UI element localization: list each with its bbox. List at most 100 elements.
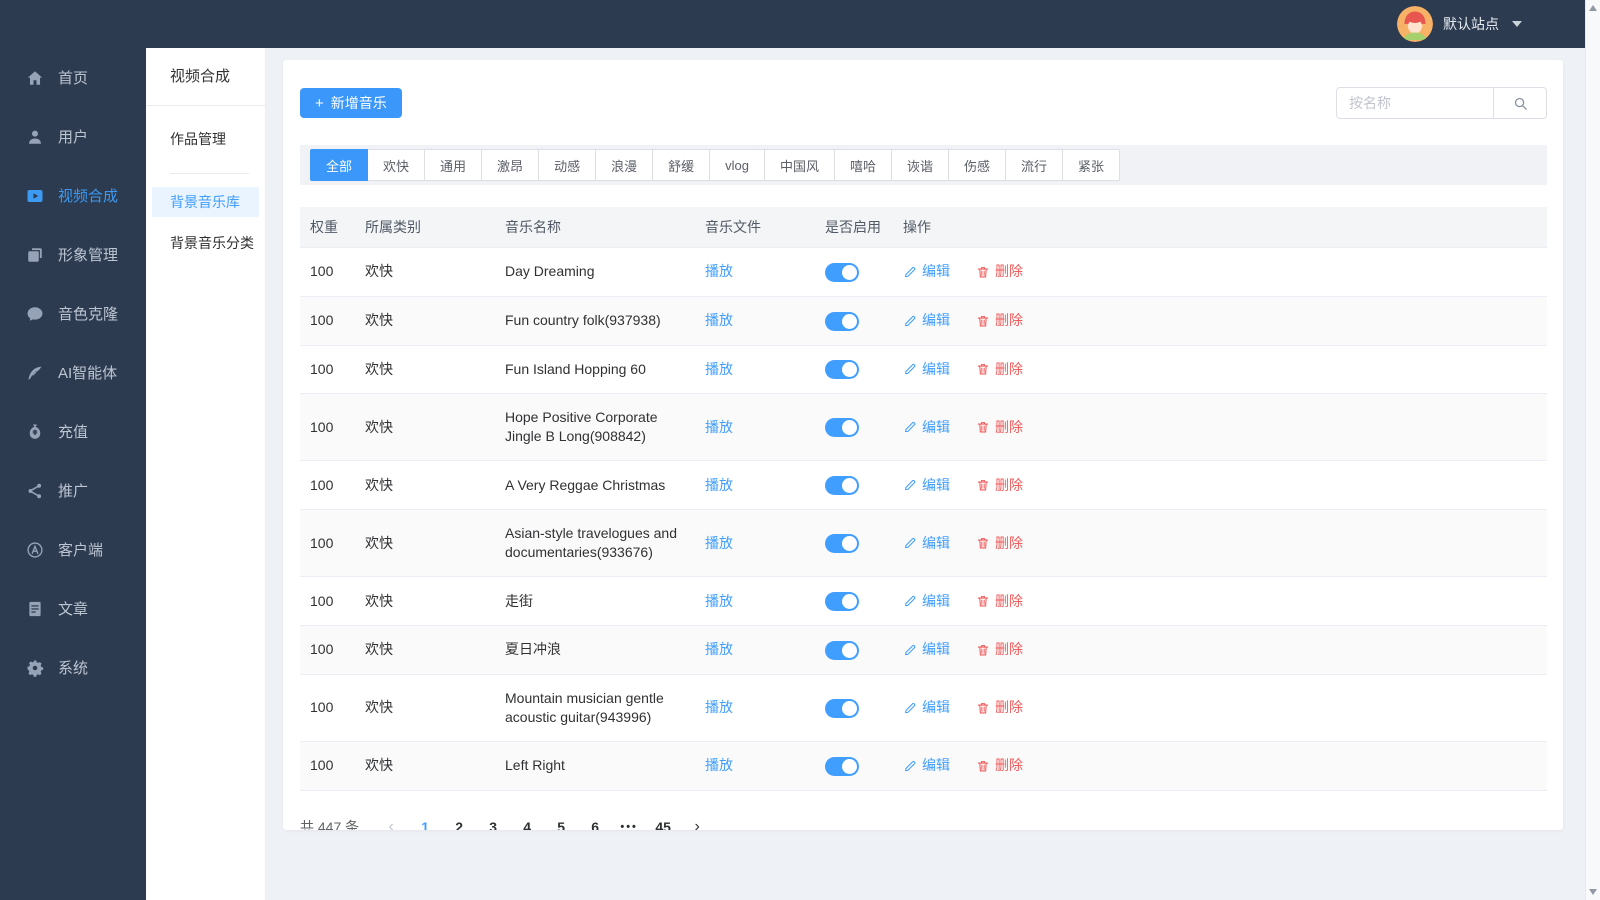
filter-tab-通用[interactable]: 通用 [424, 149, 483, 181]
sidebar-item-promotion[interactable]: 推广 [0, 461, 146, 520]
edit-button[interactable]: 编辑 [903, 360, 950, 379]
filter-tab-诙谐[interactable]: 诙谐 [891, 149, 950, 181]
delete-button[interactable]: 删除 [976, 592, 1023, 611]
play-link[interactable]: 播放 [705, 361, 733, 377]
enable-toggle[interactable] [825, 476, 859, 496]
page-button-6[interactable]: 6 [581, 813, 609, 830]
prev-page-button[interactable]: ‹ [377, 813, 405, 830]
filter-tab-中国风[interactable]: 中国风 [763, 149, 835, 181]
edit-button[interactable]: 编辑 [903, 534, 950, 553]
enable-toggle[interactable] [825, 640, 859, 660]
page-button-45[interactable]: 45 [649, 813, 677, 830]
play-link[interactable]: 播放 [705, 263, 733, 279]
trash-icon [976, 478, 990, 492]
total-count: 共 447 条 [300, 818, 360, 830]
secondary-sidebar: 视频合成 作品管理 背景音乐库 背景音乐分类 [146, 48, 266, 900]
edit-button[interactable]: 编辑 [903, 640, 950, 659]
delete-button[interactable]: 删除 [976, 640, 1023, 659]
edit-button[interactable]: 编辑 [903, 756, 950, 775]
filter-tab-vlog[interactable]: vlog [709, 149, 765, 181]
page-button-4[interactable]: 4 [513, 813, 541, 830]
column-header: 音乐文件 [695, 207, 815, 248]
trash-icon [976, 420, 990, 434]
enable-toggle[interactable] [825, 698, 859, 718]
page-button-1[interactable]: 1 [411, 813, 439, 830]
sidebar-item-video[interactable]: 视频合成 [0, 166, 146, 225]
delete-button[interactable]: 删除 [976, 262, 1023, 281]
submenu-item-1[interactable]: 作品管理 [146, 119, 265, 159]
trash-icon [976, 265, 990, 279]
submenu-item-3[interactable]: 背景音乐分类 [146, 223, 265, 263]
account-menu[interactable]: 默认站点 [1397, 6, 1522, 42]
edit-button[interactable]: 编辑 [903, 311, 950, 330]
enable-toggle[interactable] [825, 756, 859, 776]
play-link[interactable]: 播放 [705, 699, 733, 715]
edit-button[interactable]: 编辑 [903, 592, 950, 611]
sidebar-item-label: 充值 [58, 424, 89, 441]
recharge-icon [25, 422, 45, 442]
play-link[interactable]: 播放 [705, 535, 733, 551]
edit-button[interactable]: 编辑 [903, 476, 950, 495]
delete-button[interactable]: 删除 [976, 476, 1023, 495]
edit-button[interactable]: 编辑 [903, 698, 950, 717]
scroll-up-icon[interactable] [1589, 5, 1597, 11]
scroll-down-icon[interactable] [1589, 889, 1597, 895]
delete-button[interactable]: 删除 [976, 311, 1023, 330]
filter-tab-伤感[interactable]: 伤感 [948, 149, 1007, 181]
play-link[interactable]: 播放 [705, 757, 733, 773]
filter-tab-舒缓[interactable]: 舒缓 [652, 149, 711, 181]
weight-cell: 100 [300, 509, 355, 578]
add-music-button[interactable]: + 新增音乐 [300, 88, 402, 118]
sidebar-item-article[interactable]: 文章 [0, 579, 146, 638]
sidebar-item-voice-clone[interactable]: 音色克隆 [0, 284, 146, 343]
sidebar-item-user[interactable]: 用户 [0, 107, 146, 166]
filter-tab-紧张[interactable]: 紧张 [1062, 149, 1121, 181]
sidebar-item-ai-agent[interactable]: AI智能体 [0, 343, 146, 402]
delete-button[interactable]: 删除 [976, 418, 1023, 437]
sidebar-item-recharge[interactable]: 充值 [0, 402, 146, 461]
edit-button[interactable]: 编辑 [903, 262, 950, 281]
page-button-5[interactable]: 5 [547, 813, 575, 830]
enable-toggle[interactable] [825, 360, 859, 380]
enable-toggle[interactable] [825, 262, 859, 282]
play-link[interactable]: 播放 [705, 641, 733, 657]
filter-tab-欢快[interactable]: 欢快 [367, 149, 426, 181]
enable-toggle[interactable] [825, 591, 859, 611]
column-header: 是否启用 [815, 207, 893, 248]
filter-tab-嘻哈[interactable]: 嘻哈 [833, 149, 892, 181]
play-link[interactable]: 播放 [705, 419, 733, 435]
play-link[interactable]: 播放 [705, 593, 733, 609]
next-page-button[interactable]: › [683, 813, 711, 830]
search-input[interactable] [1336, 87, 1494, 119]
more-pages-button[interactable]: ••• [615, 813, 643, 830]
delete-button[interactable]: 删除 [976, 360, 1023, 379]
filter-tab-流行[interactable]: 流行 [1005, 149, 1064, 181]
edit-pencil-icon [903, 314, 917, 328]
submenu-item-2[interactable]: 背景音乐库 [152, 187, 259, 217]
filter-tab-动感[interactable]: 动感 [538, 149, 597, 181]
sidebar-item-home[interactable]: 首页 [0, 48, 146, 107]
play-link[interactable]: 播放 [705, 312, 733, 328]
window-scrollbar[interactable] [1585, 0, 1600, 900]
filter-tab-全部[interactable]: 全部 [310, 149, 369, 181]
enable-toggle[interactable] [825, 534, 859, 554]
search-button[interactable] [1493, 87, 1547, 119]
music-name-cell: Asian-style travelogues and documentarie… [495, 509, 695, 578]
enable-toggle[interactable] [825, 418, 859, 438]
play-link[interactable]: 播放 [705, 477, 733, 493]
enable-toggle[interactable] [825, 311, 859, 331]
page-button-3[interactable]: 3 [479, 813, 507, 830]
filter-tab-激昂[interactable]: 激昂 [481, 149, 540, 181]
sidebar-item-client[interactable]: 客户端 [0, 520, 146, 579]
delete-button[interactable]: 删除 [976, 534, 1023, 553]
sidebar-item-label: AI智能体 [58, 365, 118, 382]
filter-tab-浪漫[interactable]: 浪漫 [595, 149, 654, 181]
row-actions: 编辑 删除 [903, 262, 1537, 281]
sidebar-item-image-manage[interactable]: 形象管理 [0, 225, 146, 284]
delete-button[interactable]: 删除 [976, 756, 1023, 775]
primary-nav: 首页 用户 视频合成 形象管理 音色克隆 AI智能体充值推广 客户端 文章 系统 [0, 0, 146, 697]
edit-button[interactable]: 编辑 [903, 418, 950, 437]
delete-button[interactable]: 删除 [976, 698, 1023, 717]
page-button-2[interactable]: 2 [445, 813, 473, 830]
sidebar-item-system[interactable]: 系统 [0, 638, 146, 697]
